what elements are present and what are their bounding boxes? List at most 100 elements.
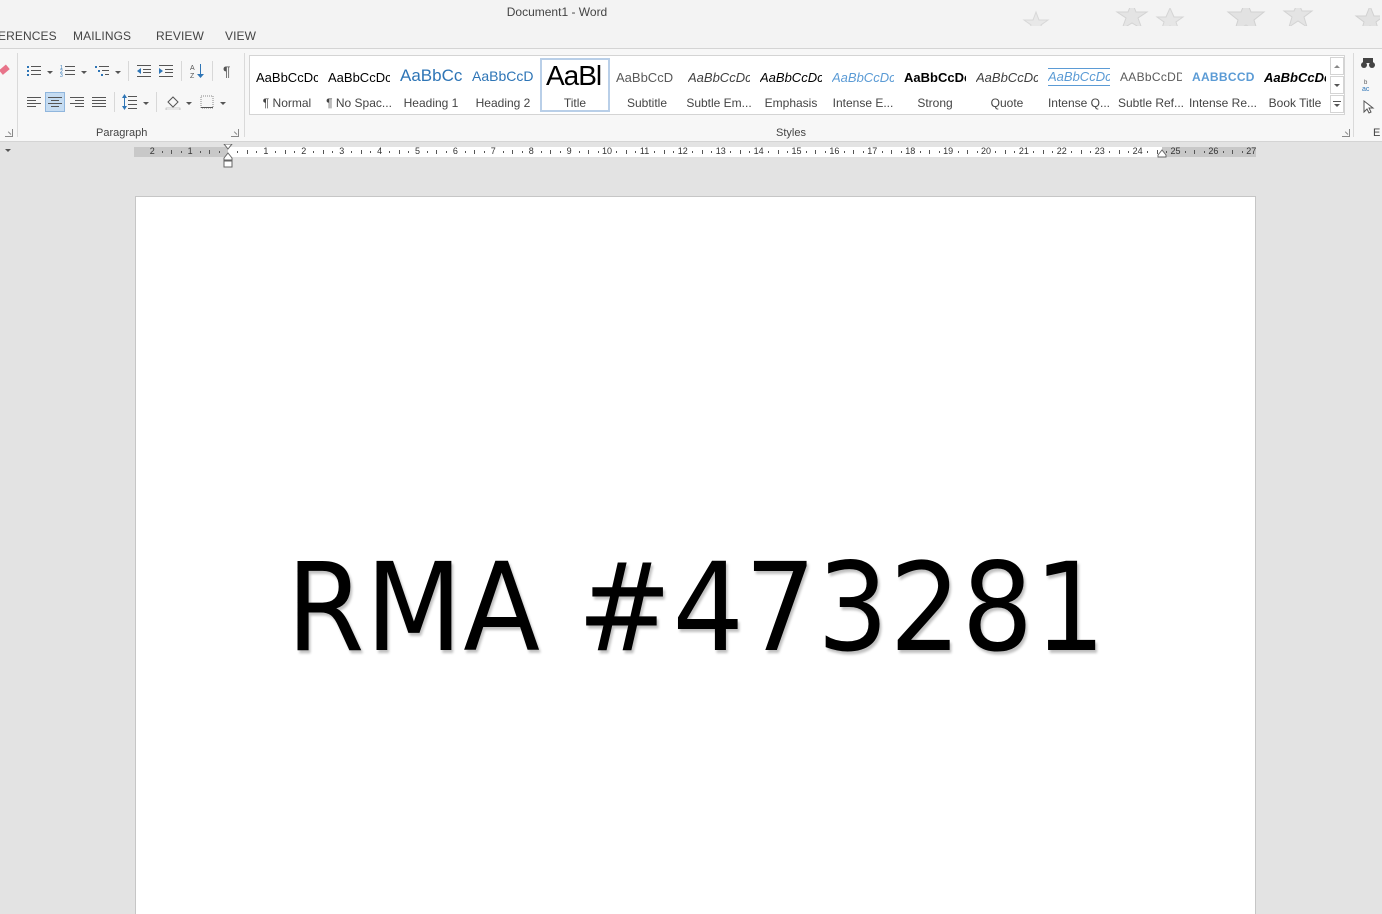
style-sample: AaBbCcDc [328, 70, 390, 85]
styles-dialog-launcher-icon[interactable] [1342, 129, 1350, 137]
style-sample: AaBbCcDc [1048, 68, 1110, 86]
document-page[interactable]: RMA #473281 [135, 196, 1256, 914]
ruler-number: 21 [1018, 146, 1029, 156]
style-subtle-emphasis[interactable]: AaBbCcDc Subtle Em... [684, 58, 754, 112]
document-body-text[interactable]: RMA #473281 [181, 547, 1212, 669]
increase-indent-button[interactable] [156, 61, 176, 81]
ruler-tick [550, 150, 552, 154]
ruler-tick [967, 150, 969, 154]
ruler-tick [805, 151, 807, 153]
ruler-tick [1128, 151, 1130, 153]
ruler-tick [322, 150, 324, 154]
decrease-indent-button[interactable] [134, 61, 154, 81]
ruler-tick [1042, 150, 1044, 154]
gallery-scroll-up-button[interactable] [1330, 57, 1344, 75]
ruler-tick [426, 151, 428, 153]
ruler-tick [995, 151, 997, 153]
replace-button[interactable]: b ac [1358, 75, 1378, 95]
style-no-spacing[interactable]: AaBbCcDc ¶ No Spac... [324, 58, 394, 112]
more-icon [1333, 101, 1341, 107]
ruler-tick [1194, 150, 1196, 154]
ruler-tick [180, 151, 182, 153]
style-quote[interactable]: AaBbCcDc Quote [972, 58, 1042, 112]
horizontal-ruler[interactable]: 2 1 1 2 3 4 5 6 7 8 9 10 11 12 13 14 15 16 17 18 19 20 21 22 23 2… [134, 144, 1257, 168]
style-strong[interactable]: AaBbCcDc Strong [900, 58, 970, 112]
ruler-tick [1118, 150, 1120, 154]
style-sample: AaBl [546, 60, 602, 90]
decrease-indent-icon [137, 65, 151, 77]
style-intense-reference[interactable]: AABBCCDD Intense Re... [1188, 58, 1258, 112]
align-center-button[interactable] [45, 92, 65, 112]
paragraph-dialog-launcher-icon[interactable] [231, 129, 239, 137]
ruler-tick [389, 151, 391, 153]
borders-button[interactable] [197, 92, 217, 112]
show-hide-marks-button[interactable]: ¶ [218, 61, 238, 81]
right-indent-marker[interactable] [1157, 149, 1167, 158]
ruler-tick [616, 151, 618, 153]
ruler-tick [332, 151, 334, 153]
chevron-down-icon[interactable] [47, 71, 53, 74]
style-heading-2[interactable]: AaBbCcD Heading 2 [468, 58, 538, 112]
line-spacing-button[interactable] [120, 92, 140, 112]
ruler-tick [635, 151, 637, 153]
sort-button[interactable]: A Z [187, 61, 207, 81]
style-sample: AaBbCcDc [976, 70, 1038, 85]
style-intense-quote[interactable]: AaBbCcDc Intense Q... [1044, 58, 1114, 112]
ruler-number: 27 [1246, 146, 1257, 156]
chevron-down-icon[interactable] [115, 71, 121, 74]
tab-review[interactable]: REVIEW [156, 29, 204, 43]
numbering-button[interactable]: 1 2 3 [58, 61, 78, 81]
style-subtitle[interactable]: AaBbCcD Subtitle [612, 58, 682, 112]
ruler-tick [824, 151, 826, 153]
justify-button[interactable] [89, 92, 109, 112]
tab-view[interactable]: VIEW [225, 29, 256, 43]
gallery-scroll-down-button[interactable] [1330, 76, 1344, 94]
ruler-tick [502, 151, 504, 153]
style-sample: AaBbCcDc [760, 70, 822, 85]
style-subtle-reference[interactable]: AABbCcDD Subtle Ref... [1116, 58, 1186, 112]
tab-mailings[interactable]: MAILINGS [73, 29, 131, 43]
style-sample: AaBbCcDc [256, 70, 318, 85]
ruler-tick [938, 151, 940, 153]
chevron-down-icon[interactable] [81, 71, 87, 74]
paragraph-group-label: Paragraph [96, 127, 148, 139]
style-heading-1[interactable]: AaBbCc Heading 1 [396, 58, 466, 112]
style-name: Intense Q... [1047, 96, 1111, 110]
ruler-tick [237, 151, 239, 153]
ruler-tick [464, 151, 466, 153]
multilevel-list-button[interactable] [92, 61, 112, 81]
style-intense-emphasis[interactable]: AaBbCcDc Intense E... [828, 58, 898, 112]
gallery-more-button[interactable] [1330, 95, 1344, 113]
style-sample: AaBbCcDc [904, 70, 966, 85]
select-button[interactable] [1358, 97, 1378, 117]
chevron-down-icon[interactable] [220, 102, 226, 105]
ruler-tick [588, 150, 590, 154]
ruler-number: 3 [339, 146, 345, 156]
chevron-down-icon[interactable] [143, 102, 149, 105]
ruler-tick [360, 150, 362, 154]
ruler-tick [436, 150, 438, 154]
ruler-number: 22 [1056, 146, 1067, 156]
align-left-button[interactable] [24, 92, 44, 112]
style-book-title[interactable]: AaBbCcDc Book Title [1260, 58, 1330, 112]
find-button[interactable] [1358, 53, 1378, 73]
style-emphasis[interactable]: AaBbCcDc Emphasis [756, 58, 826, 112]
font-dialog-launcher-icon[interactable] [5, 129, 13, 137]
hanging-indent-marker[interactable] [223, 152, 233, 168]
style-name: Title [563, 96, 587, 110]
svg-text:¶: ¶ [223, 63, 231, 79]
shading-button[interactable] [163, 92, 183, 112]
style-name: Subtitle [626, 96, 668, 110]
ruler-tick [351, 151, 353, 153]
ruler-tick [474, 150, 476, 154]
chevron-down-icon[interactable] [186, 102, 192, 105]
ruler-tick [663, 150, 665, 154]
tab-references[interactable]: ERENCES [0, 29, 57, 43]
ruler-tick [1080, 150, 1082, 154]
align-right-button[interactable] [67, 92, 87, 112]
first-line-indent-marker[interactable] [223, 144, 233, 152]
style-normal[interactable]: AaBbCcDc ¶ Normal [252, 58, 322, 112]
style-title[interactable]: AaBl Title [540, 58, 610, 112]
bullets-button[interactable] [24, 61, 44, 81]
clear-formatting-button[interactable] [0, 61, 14, 81]
